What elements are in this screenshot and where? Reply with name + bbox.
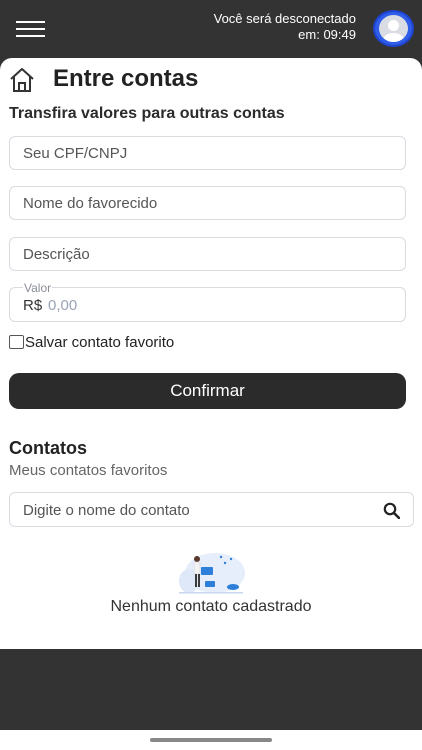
confirm-button[interactable]: Confirmar [9, 373, 406, 409]
search-icon[interactable] [383, 502, 400, 519]
cpf-cnpj-field[interactable]: Seu CPF/CNPJ [9, 136, 406, 170]
page-title: Entre contas [53, 65, 199, 92]
value-placeholder: 0,00 [48, 297, 78, 314]
value-field[interactable]: Valor R$ 0,00 [9, 281, 406, 322]
session-timeout-notice: Você será desconectado em: 09:49 [214, 11, 356, 43]
beneficiary-name-field[interactable]: Nome do favorecido [9, 186, 406, 220]
home-indicator[interactable] [150, 738, 272, 742]
empty-contacts-message: Nenhum contato cadastrado [110, 598, 312, 615]
user-avatar-icon[interactable] [373, 10, 414, 47]
cpf-cnpj-placeholder: Seu CPF/CNPJ [23, 145, 128, 162]
hamburger-menu-icon[interactable] [16, 19, 45, 39]
contacts-title: Contatos [9, 438, 87, 458]
system-nav-bar [0, 730, 422, 750]
description-placeholder: Descrição [23, 246, 90, 263]
empty-contacts-illustration-icon [179, 553, 245, 594]
page-subtitle: Transfira valores para outras contas [9, 105, 285, 122]
beneficiary-name-placeholder: Nome do favorecido [23, 195, 158, 212]
save-favorite-label[interactable]: Salvar contato favorito [25, 334, 174, 351]
contact-search-input[interactable]: Digite o nome do contato [9, 492, 414, 527]
home-icon[interactable] [9, 67, 35, 93]
session-timeout-text: Você será desconectado [213, 11, 356, 26]
currency-symbol: R$ [23, 297, 43, 314]
description-field[interactable]: Descrição [9, 237, 406, 271]
top-bar: Você será desconectado em: 09:49 [0, 0, 422, 60]
footer-bar [0, 649, 422, 730]
contacts-subtitle: Meus contatos favoritos [9, 462, 168, 479]
session-timeout-time: em: 09:49 [298, 27, 356, 42]
contact-search-placeholder: Digite o nome do contato [23, 502, 190, 519]
save-favorite-checkbox[interactable] [9, 335, 24, 349]
transfer-card: Entre contas Transfira valores para outr… [0, 58, 422, 649]
value-label: Valor [23, 281, 53, 295]
